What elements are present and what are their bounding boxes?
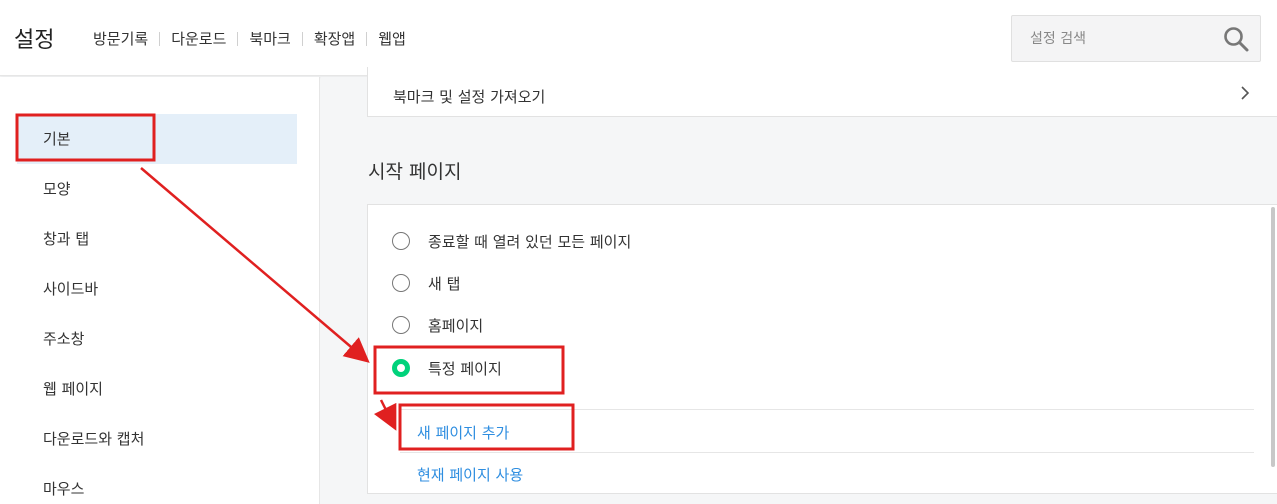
tab-bookmarks[interactable]: 북마크 [249, 28, 290, 49]
radio-button[interactable] [392, 316, 410, 334]
add-new-page-link[interactable]: 새 페이지 추가 [417, 422, 509, 443]
radio-homepage[interactable]: 홈페이지 [392, 313, 483, 337]
startup-section-title: 시작 페이지 [368, 161, 462, 183]
radio-label: 홈페이지 [428, 316, 484, 335]
search-icon[interactable] [1222, 25, 1250, 53]
header-tabs: 방문기록 다운로드 북마크 확장앱 웹앱 [93, 28, 406, 49]
search-input[interactable] [1012, 16, 1212, 61]
tab-downloads[interactable]: 다운로드 [171, 28, 226, 49]
radio-specific-pages[interactable]: 특정 페이지 [392, 356, 502, 380]
tab-extensions[interactable]: 확장앱 [314, 28, 355, 49]
sidebar-item-sidebar[interactable]: 사이드바 [17, 264, 297, 314]
radio-restore-previous[interactable]: 종료할 때 열려 있던 모든 페이지 [392, 229, 631, 253]
chevron-right-icon [1241, 86, 1250, 100]
tab-divider [301, 31, 303, 46]
settings-main: 북마크 및 설정 가져오기 시작 페이지 종료할 때 열려 있던 모든 페이지 … [321, 67, 1277, 504]
sidebar-item-address-bar[interactable]: 주소창 [17, 314, 297, 364]
radio-button[interactable] [392, 232, 410, 250]
tab-divider [159, 31, 161, 46]
settings-header: 설정 방문기록 다운로드 북마크 확장앱 웹앱 [0, 0, 1277, 76]
startup-options-card: 종료할 때 열려 있던 모든 페이지 새 탭 홈페이지 특정 페이지 새 페이지… [367, 204, 1277, 494]
settings-sidebar: 기본 모양 창과 탭 사이드바 주소창 웹 페이지 다운로드와 캡처 마우스 [0, 77, 320, 504]
divider [400, 452, 1254, 453]
page-title: 설정 [14, 28, 55, 53]
radio-button[interactable] [392, 274, 410, 292]
settings-search-box [1011, 15, 1261, 62]
tab-history[interactable]: 방문기록 [93, 28, 148, 49]
sidebar-item-downloads-capture[interactable]: 다운로드와 캡처 [17, 414, 297, 464]
tab-webapps[interactable]: 웹앱 [378, 28, 406, 49]
radio-label: 특정 페이지 [428, 359, 502, 378]
radio-button-checked[interactable] [392, 359, 410, 377]
sidebar-item-appearance[interactable]: 모양 [17, 164, 297, 214]
radio-label: 새 탭 [428, 274, 461, 293]
sidebar-item-basic[interactable]: 기본 [17, 114, 297, 164]
sidebar-item-mouse[interactable]: 마우스 [17, 464, 297, 504]
tab-divider [237, 31, 239, 46]
sidebar-item-web-pages[interactable]: 웹 페이지 [17, 364, 297, 414]
tab-divider [366, 31, 368, 46]
radio-new-tab[interactable]: 새 탭 [392, 271, 460, 295]
radio-label: 종료할 때 열려 있던 모든 페이지 [428, 232, 632, 251]
divider [400, 409, 1254, 410]
scrollbar[interactable] [1271, 207, 1275, 467]
import-bookmarks-label: 북마크 및 설정 가져오기 [393, 88, 546, 106]
sidebar-item-windows-tabs[interactable]: 창과 탭 [17, 214, 297, 264]
use-current-page-link[interactable]: 현재 페이지 사용 [417, 464, 523, 485]
import-bookmarks-row[interactable]: 북마크 및 설정 가져오기 [367, 67, 1277, 117]
